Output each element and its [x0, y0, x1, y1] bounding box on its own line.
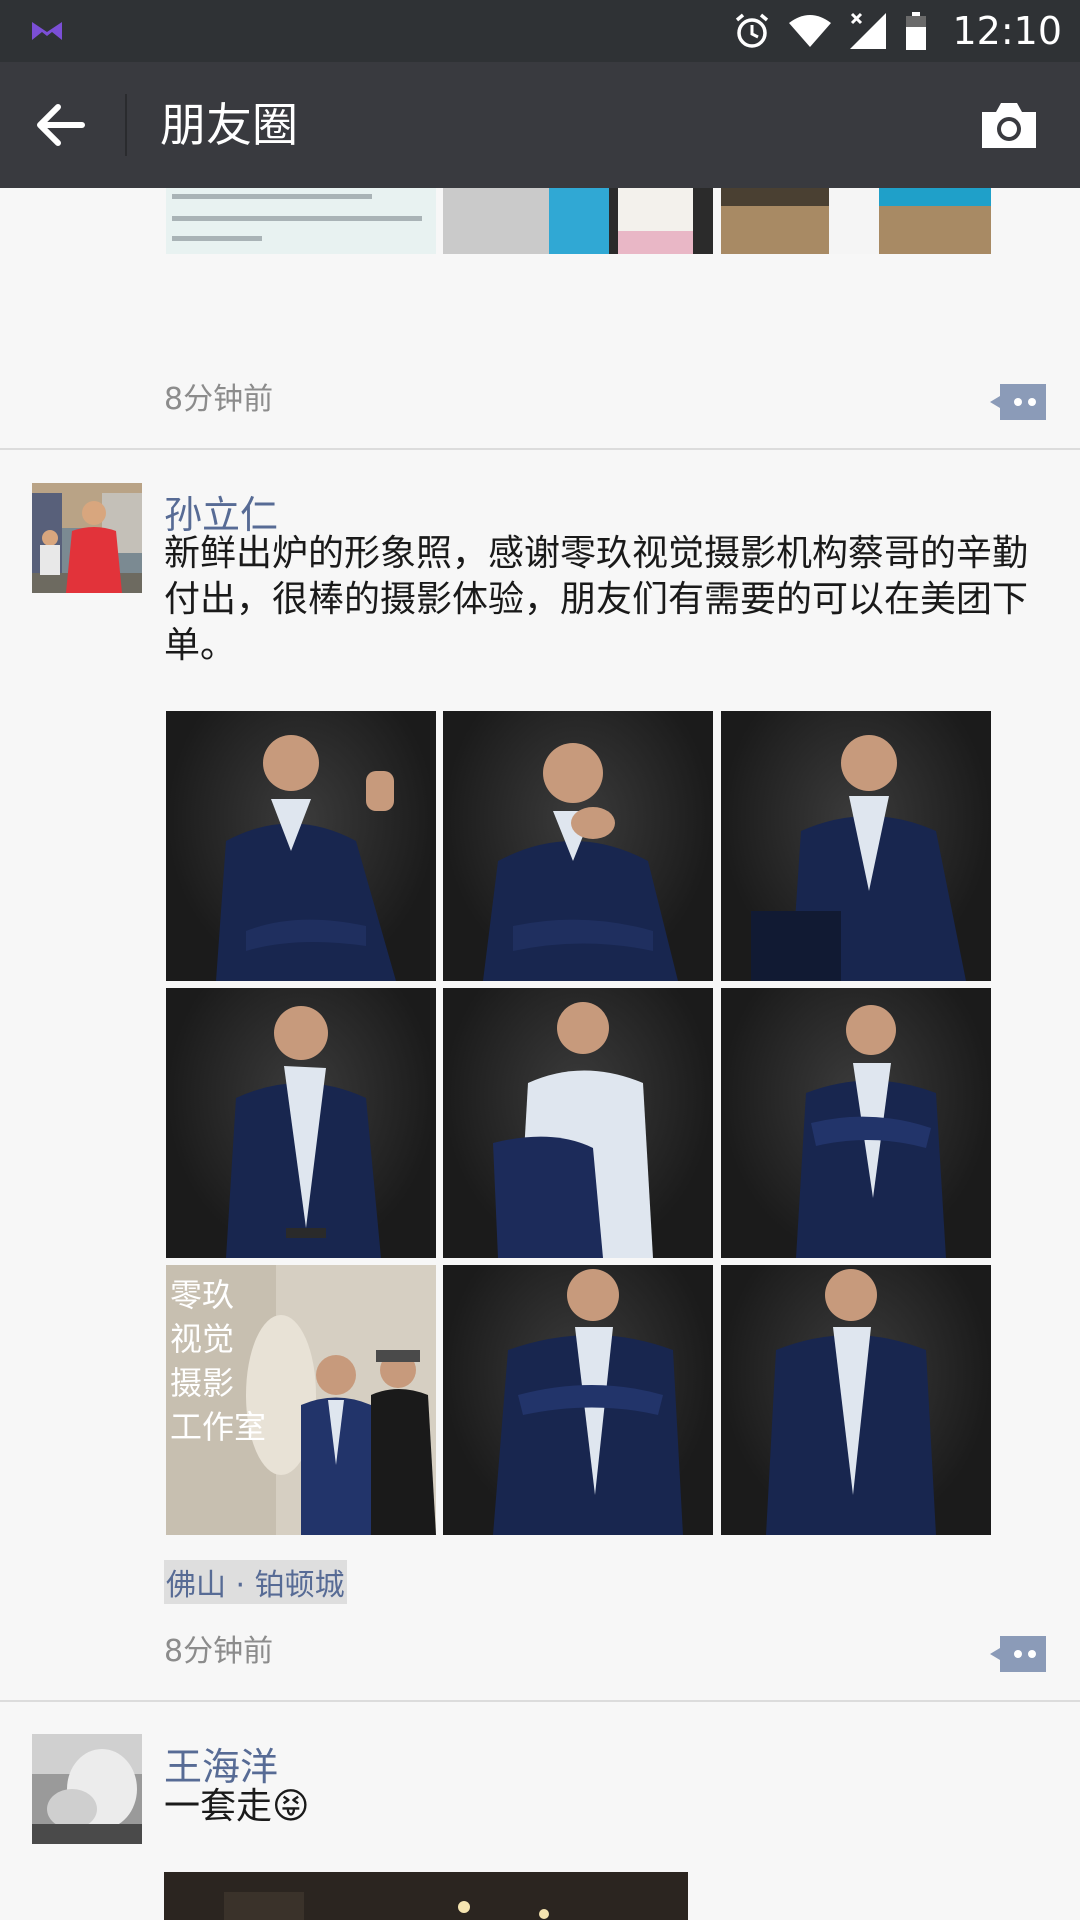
post-divider [0, 1700, 1080, 1702]
status-bar: 12:10 [0, 0, 1080, 62]
avatar[interactable] [32, 483, 142, 593]
post-location[interactable]: 佛山 · 铂顿城 [164, 1560, 347, 1604]
post-image[interactable] [721, 188, 991, 254]
wifi-icon [789, 15, 832, 47]
post-photo[interactable]: 零玖 视觉 摄影 工作室 [166, 1265, 436, 1535]
post-divider [0, 448, 1080, 450]
status-icons: 12:10 [732, 0, 1062, 62]
comment-icon[interactable] [990, 1634, 1048, 1674]
post-photo[interactable] [721, 1265, 991, 1535]
page-title: 朋友圈 [160, 98, 298, 152]
post-image[interactable] [164, 1872, 688, 1920]
post-photo[interactable] [443, 1265, 713, 1535]
title-bar: 朋友圈 [0, 62, 1080, 188]
back-arrow-icon[interactable] [30, 95, 94, 155]
avatar[interactable] [32, 1734, 142, 1844]
post-text: 新鲜出炉的形象照，感谢零玖视觉摄影机构蔡哥的辛勤付出，很棒的摄影体验，朋友们有需… [164, 533, 1029, 666]
camera-icon[interactable] [978, 98, 1040, 152]
post-time: 8分钟前 [164, 382, 274, 417]
post-photo[interactable] [166, 988, 436, 1258]
app-notification-icon [32, 22, 62, 40]
post-image[interactable]: B牌 [443, 188, 713, 254]
battery-icon [906, 12, 927, 50]
comment-icon[interactable] [990, 382, 1048, 422]
status-time: 12:10 [952, 9, 1062, 53]
post-photo[interactable] [721, 711, 991, 981]
post-photo[interactable] [166, 711, 436, 981]
header-divider [125, 94, 127, 156]
alarm-icon [736, 13, 769, 48]
post-photo[interactable] [721, 988, 991, 1258]
post-time: 8分钟前 [164, 1634, 274, 1669]
post-photo[interactable] [443, 711, 713, 981]
studio-sign-text: 零玖 视觉 摄影 工作室 [170, 1276, 267, 1446]
post-photo[interactable] [443, 988, 713, 1258]
signal-icon [850, 12, 887, 49]
post-text: 一套走😝 [164, 1786, 310, 1827]
post-image[interactable] [166, 188, 436, 254]
post-author[interactable]: 王海洋 [164, 1736, 278, 1791]
moments-feed[interactable]: B牌 8分钟前 [0, 188, 1080, 1920]
